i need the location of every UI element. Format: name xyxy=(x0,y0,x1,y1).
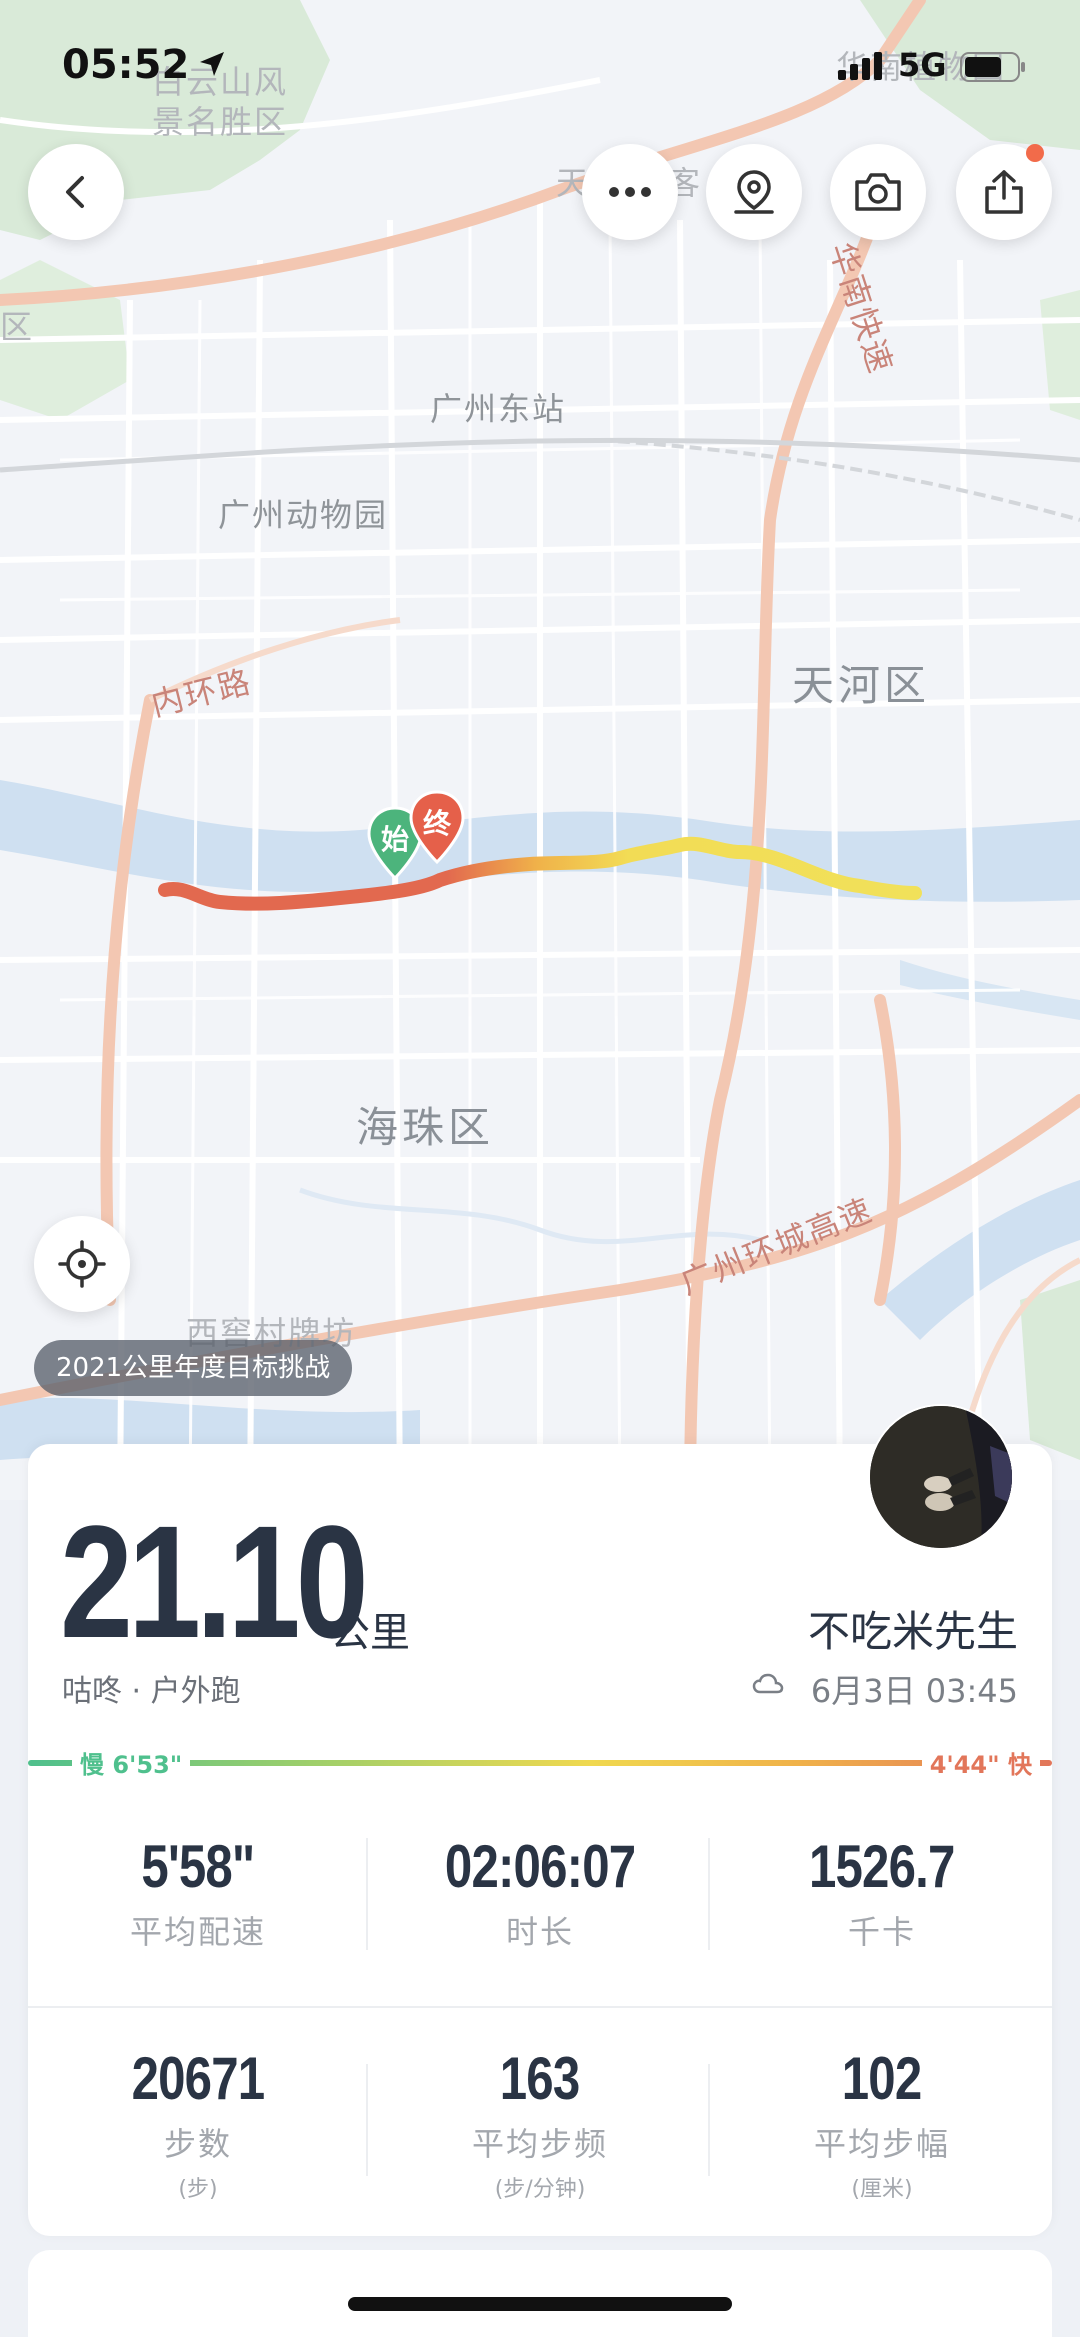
share-notification-dot xyxy=(1026,144,1044,162)
route-map[interactable]: 白云山风 景名胜区 天 客 华南植物园 区 广州东站 广州动物园 天河区 海珠区… xyxy=(0,0,1080,1500)
stat-value: 163 xyxy=(500,2045,580,2112)
share-icon xyxy=(985,170,1023,214)
divider xyxy=(366,1838,368,1950)
more-dots-icon xyxy=(609,187,651,197)
distance-unit: 公里 xyxy=(330,1610,410,1656)
end-pin[interactable]: 终 xyxy=(408,790,466,866)
map-pin-icon xyxy=(734,170,774,214)
home-indicator[interactable] xyxy=(348,2297,732,2311)
stat-label: 千卡 xyxy=(847,1913,916,1951)
stat-unit: (厘米) xyxy=(851,2177,913,2202)
stat-label: 步数 xyxy=(163,2125,232,2163)
route-location-button[interactable] xyxy=(706,144,802,240)
distance-value: 21.10 xyxy=(60,1492,369,1671)
camera-icon xyxy=(855,173,901,211)
stat-value: 5'58" xyxy=(141,1833,255,1900)
stat-duration: 02:06:07 时长 xyxy=(370,1832,710,1953)
stat-steps: 20671 步数 (步) xyxy=(28,2044,368,2203)
divider xyxy=(708,1838,710,1950)
locate-button[interactable] xyxy=(34,1216,130,1312)
stat-label: 平均步频 xyxy=(471,2125,608,2163)
signal-icon xyxy=(838,52,882,80)
network-type: 5G xyxy=(898,46,947,84)
back-button[interactable] xyxy=(28,144,124,240)
stat-value: 02:06:07 xyxy=(444,1833,636,1900)
stat-unit: (步/分钟) xyxy=(494,2177,586,2202)
stat-label: 平均步幅 xyxy=(813,2125,950,2163)
pace-fast-label: 4'44" 快 xyxy=(921,1745,1040,1780)
status-time: 05:52 xyxy=(62,42,190,88)
chevron-left-icon xyxy=(66,176,84,208)
stat-stride: 102 平均步幅 (厘米) xyxy=(712,2044,1052,2203)
stat-value: 102 xyxy=(842,2045,922,2112)
username[interactable]: 不吃米先生 xyxy=(808,1598,1018,1659)
crosshair-icon xyxy=(58,1240,106,1288)
stat-value: 1526.7 xyxy=(809,1833,955,1900)
more-button[interactable] xyxy=(582,144,678,240)
stat-label: 平均配速 xyxy=(129,1913,266,1951)
status-bar: 05:52 5G xyxy=(0,0,1080,130)
stat-avg-pace: 5'58" 平均配速 xyxy=(28,1832,368,1953)
cloud-icon xyxy=(752,1673,784,1694)
map-label-tianhe: 天河区 xyxy=(792,661,931,710)
stat-unit: (步) xyxy=(178,2177,218,2202)
camera-button[interactable] xyxy=(830,144,926,240)
stat-value: 20671 xyxy=(131,2045,266,2112)
row-divider xyxy=(28,2006,1052,2008)
yearly-challenge-badge[interactable]: 2021公里年度目标挑战 xyxy=(34,1340,353,1396)
avatar-photo xyxy=(870,1406,1012,1548)
map-label-haizhu: 海珠区 xyxy=(356,1103,495,1152)
secondary-card xyxy=(28,2250,1052,2337)
stat-calories: 1526.7 千卡 xyxy=(712,1832,1052,1953)
avatar[interactable] xyxy=(868,1404,1014,1550)
end-pin-label: 终 xyxy=(422,807,451,840)
activity-datetime: 6月3日 03:45 xyxy=(810,1672,1018,1710)
divider xyxy=(366,2064,368,2176)
stat-label: 时长 xyxy=(505,1913,574,1951)
map-background xyxy=(0,0,1080,1500)
activity-source: 咕咚 · 户外跑 xyxy=(62,1674,241,1709)
stat-cadence: 163 平均步频 (步/分钟) xyxy=(370,2044,710,2203)
map-label-zoo: 广州动物园 xyxy=(218,496,389,534)
battery-icon xyxy=(960,52,1025,82)
pace-slow-label: 慢 6'53" xyxy=(72,1745,191,1780)
location-arrow-icon xyxy=(200,52,224,76)
divider xyxy=(708,2064,710,2176)
map-label-left-district: 区 xyxy=(0,308,35,346)
map-label-dongzhan: 广州东站 xyxy=(430,390,567,428)
